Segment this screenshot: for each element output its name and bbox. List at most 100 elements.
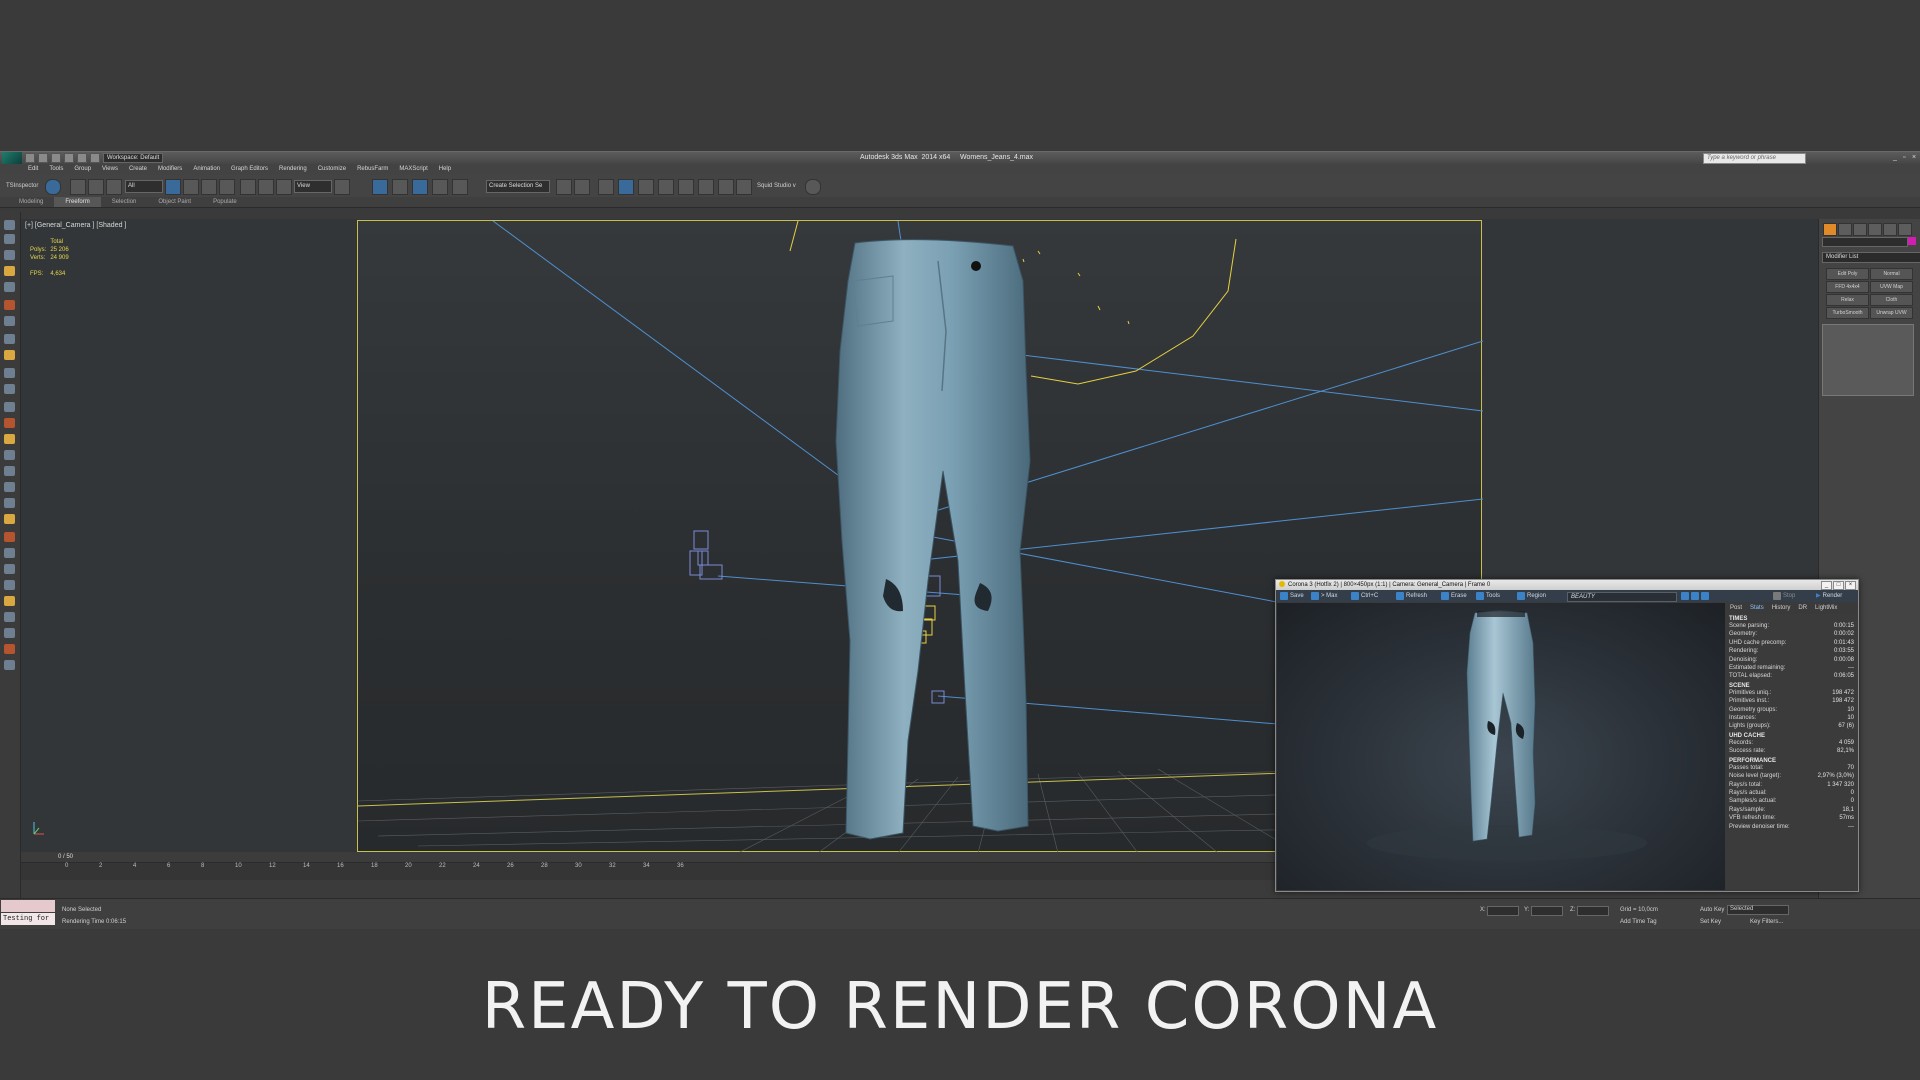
select-object-icon[interactable] bbox=[165, 179, 181, 195]
percent-snap-icon[interactable] bbox=[412, 179, 428, 195]
left-tool-icon[interactable] bbox=[4, 234, 15, 244]
left-tool-icon[interactable] bbox=[4, 384, 15, 394]
left-tool-icon[interactable] bbox=[4, 498, 15, 508]
left-tool-icon[interactable] bbox=[4, 644, 15, 654]
auto-key-button[interactable]: Auto Key bbox=[1700, 907, 1724, 913]
angle-snap-icon[interactable] bbox=[392, 179, 408, 195]
maxscript-listener[interactable]: Testing for bbox=[1, 913, 55, 925]
selection-filter-dropdown[interactable]: All bbox=[125, 180, 163, 193]
menu-item-tools[interactable]: Tools bbox=[49, 164, 63, 175]
vfb-maximize-icon[interactable]: □ bbox=[1833, 581, 1844, 590]
set-key-button[interactable]: Set Key bbox=[1700, 919, 1721, 925]
hierarchy-tab-icon[interactable] bbox=[1853, 223, 1867, 236]
spinner-snap-icon[interactable] bbox=[432, 179, 448, 195]
project-folder-icon[interactable] bbox=[90, 153, 100, 163]
left-tool-icon[interactable] bbox=[4, 612, 15, 622]
modifier-button-unwrap-uvw[interactable]: Unwrap UVW bbox=[1870, 307, 1913, 319]
redo-icon[interactable] bbox=[77, 153, 87, 163]
vfb-refresh-button[interactable]: Refresh bbox=[1396, 591, 1427, 601]
left-tool-icon[interactable] bbox=[4, 250, 15, 260]
ribbon-tab-selection[interactable]: Selection bbox=[101, 197, 148, 207]
workspace-dropdown[interactable]: Workspace: Default bbox=[103, 153, 164, 163]
modifier-button-turbosmooth[interactable]: TurboSmooth bbox=[1826, 307, 1869, 319]
menu-item-group[interactable]: Group bbox=[74, 164, 91, 175]
menu-item-modifiers[interactable]: Modifiers bbox=[158, 164, 182, 175]
ribbon-tab-object-paint[interactable]: Object Paint bbox=[147, 197, 202, 207]
left-tool-icon[interactable] bbox=[4, 580, 15, 590]
add-time-tag[interactable]: Add Time Tag bbox=[1620, 919, 1657, 925]
scale-icon[interactable] bbox=[276, 179, 292, 195]
modifier-list-dropdown[interactable]: Modifier List bbox=[1822, 252, 1920, 263]
menu-item-rebusfarm[interactable]: RebusFarm bbox=[357, 164, 388, 175]
squid-studio-icon[interactable] bbox=[805, 179, 821, 195]
ribbon-tab-freeform[interactable]: Freeform bbox=[54, 197, 101, 207]
menu-item-help[interactable]: Help bbox=[439, 164, 451, 175]
zoom-out-icon[interactable] bbox=[1701, 592, 1709, 600]
undo-icon[interactable] bbox=[64, 153, 74, 163]
left-tool-icon[interactable] bbox=[4, 660, 15, 670]
display-tab-icon[interactable] bbox=[1883, 223, 1897, 236]
close-icon[interactable]: × bbox=[1912, 154, 1916, 161]
left-tool-icon[interactable] bbox=[4, 466, 15, 476]
minimize-icon[interactable]: _ bbox=[1893, 154, 1897, 161]
object-name-field[interactable] bbox=[1822, 237, 1908, 247]
restore-icon[interactable]: ▫ bbox=[1903, 154, 1905, 161]
render-setup-icon[interactable] bbox=[698, 179, 714, 195]
align-icon[interactable] bbox=[574, 179, 590, 195]
vfb-tab-lightmix[interactable]: LightMix bbox=[1811, 603, 1841, 613]
modifier-button-edit-poly[interactable]: Edit Poly bbox=[1826, 268, 1869, 280]
left-tool-icon[interactable] bbox=[4, 334, 15, 344]
modifier-button-ffd-4x4x4[interactable]: FFD 4x4x4 bbox=[1826, 281, 1869, 293]
motion-tab-icon[interactable] bbox=[1868, 223, 1882, 236]
jeans-model[interactable] bbox=[835, 239, 1031, 840]
zoom-in-icon[interactable] bbox=[1681, 592, 1689, 600]
pivot-center-icon[interactable] bbox=[334, 179, 350, 195]
y-coordinate-field[interactable] bbox=[1531, 906, 1563, 916]
menu-item-views[interactable]: Views bbox=[102, 164, 118, 175]
modify-tab-icon[interactable] bbox=[1838, 223, 1852, 236]
vfb-save-button[interactable]: Save bbox=[1280, 591, 1304, 601]
left-tool-icon[interactable] bbox=[4, 402, 15, 412]
z-coordinate-field[interactable] bbox=[1577, 906, 1609, 916]
left-tool-icon[interactable] bbox=[4, 564, 15, 574]
inspector-icon[interactable] bbox=[45, 179, 61, 195]
vfb-tab-post[interactable]: Post bbox=[1726, 603, 1746, 613]
left-tool-icon[interactable] bbox=[4, 368, 15, 378]
vfb--max-button[interactable]: > Max bbox=[1311, 591, 1338, 601]
layer-manager-icon[interactable] bbox=[598, 179, 614, 195]
vfb-title-bar[interactable]: Corona 3 (Hotfix 2) | 800×450px (1:1) | … bbox=[1276, 580, 1858, 590]
curve-editor-icon[interactable] bbox=[638, 179, 654, 195]
window-crossing-icon[interactable] bbox=[219, 179, 235, 195]
left-tool-icon[interactable] bbox=[4, 316, 15, 326]
squid-studio-label[interactable]: Squid Studio v bbox=[757, 183, 796, 189]
vfb-minimize-icon[interactable]: _ bbox=[1821, 581, 1832, 590]
left-tool-icon[interactable] bbox=[4, 220, 15, 230]
render-pass-dropdown[interactable]: BEAUTY bbox=[1567, 592, 1677, 602]
inspector-label[interactable]: TSInspector bbox=[6, 183, 38, 189]
corona-frame-buffer-window[interactable]: Corona 3 (Hotfix 2) | 800×450px (1:1) | … bbox=[1275, 579, 1859, 892]
render-button[interactable]: Render bbox=[1823, 591, 1843, 601]
vfb-region-button[interactable]: Region bbox=[1517, 591, 1546, 601]
key-filters-button[interactable]: Key Filters... bbox=[1750, 919, 1783, 925]
left-tool-icon[interactable] bbox=[4, 266, 15, 276]
new-file-icon[interactable] bbox=[25, 153, 35, 163]
vfb-tab-dr[interactable]: DR bbox=[1794, 603, 1811, 613]
vfb-tab-history[interactable]: History bbox=[1768, 603, 1795, 613]
menu-item-animation[interactable]: Animation bbox=[193, 164, 220, 175]
left-tool-icon[interactable] bbox=[4, 300, 15, 310]
create-tab-icon[interactable] bbox=[1823, 223, 1837, 236]
stop-button[interactable]: Stop bbox=[1783, 591, 1795, 601]
modifier-button-cloth[interactable]: Cloth bbox=[1870, 294, 1913, 306]
render-play-icon[interactable]: ▶ bbox=[1816, 591, 1821, 601]
move-icon[interactable] bbox=[240, 179, 256, 195]
left-tool-icon[interactable] bbox=[4, 434, 15, 444]
modifier-button-relax[interactable]: Relax bbox=[1826, 294, 1869, 306]
vfb-tools-button[interactable]: Tools bbox=[1476, 591, 1500, 601]
menu-item-edit[interactable]: Edit bbox=[28, 164, 38, 175]
modifier-button-uvw-map[interactable]: UVW Map bbox=[1870, 281, 1913, 293]
zoom-fit-icon[interactable] bbox=[1691, 592, 1699, 600]
reference-coordinate-dropdown[interactable]: View bbox=[294, 180, 332, 193]
left-tool-icon[interactable] bbox=[4, 596, 15, 606]
vfb-erase-button[interactable]: Erase bbox=[1441, 591, 1467, 601]
link-icon[interactable] bbox=[70, 179, 86, 195]
